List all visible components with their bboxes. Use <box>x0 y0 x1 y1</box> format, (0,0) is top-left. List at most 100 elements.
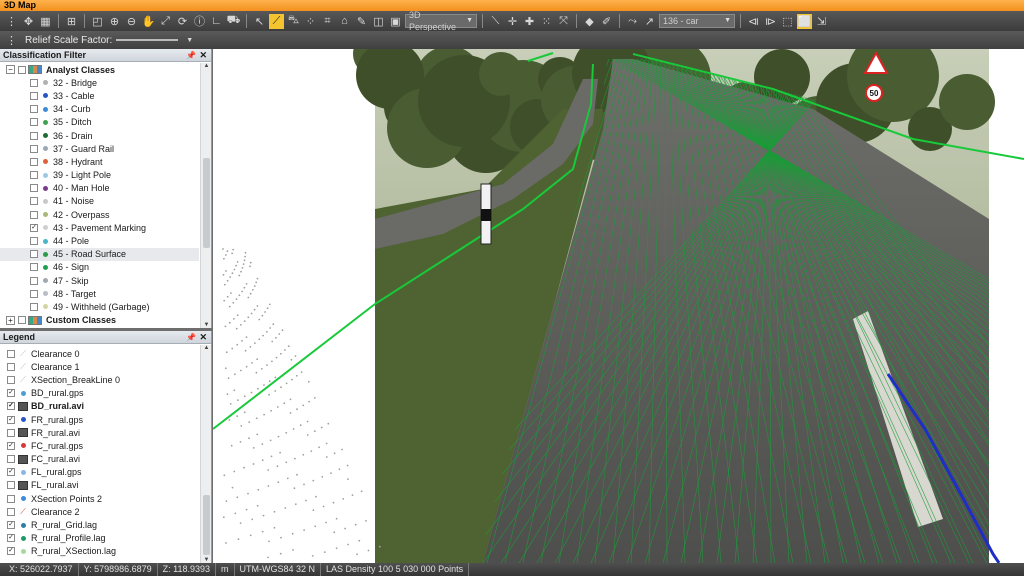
scroll-thumb[interactable] <box>203 495 210 555</box>
legend-item[interactable]: ⟋ Clearance 1 <box>0 360 199 373</box>
close-icon[interactable]: ✕ <box>199 49 207 62</box>
class-item[interactable]: 45 - Road Surface <box>0 247 199 261</box>
add-point-icon[interactable]: ✚ <box>522 14 537 29</box>
legend-checkbox[interactable]: ✓ <box>7 534 15 543</box>
pan-hand-icon[interactable]: ✋ <box>141 14 156 29</box>
ruler-icon[interactable]: ⟍ <box>488 14 503 29</box>
scatter-icon[interactable]: ⁙ <box>539 14 554 29</box>
class-checkbox[interactable]: ✓ <box>30 223 38 232</box>
legend-checkbox[interactable] <box>7 349 15 358</box>
legend-checkbox[interactable]: ✓ <box>7 468 15 477</box>
scroll-up-icon[interactable]: ▲ <box>201 345 211 351</box>
class-checkbox[interactable] <box>30 144 38 153</box>
scroll-thumb[interactable] <box>203 158 210 248</box>
class-checkbox[interactable] <box>30 91 38 100</box>
car-icon[interactable]: ⛟ <box>226 14 241 29</box>
pick-points-icon[interactable]: ⁘ <box>303 14 318 29</box>
window-icon[interactable]: ▣ <box>388 14 403 29</box>
legend-item[interactable]: ✓ BD_rural.gps <box>0 387 199 400</box>
legend-item[interactable]: ✓ R_rural_Profile.lag <box>0 532 199 545</box>
classification-scrollbar[interactable]: ▲ ▼ <box>200 63 211 328</box>
move-icon[interactable]: ✥ <box>21 14 36 29</box>
legend-checkbox[interactable]: ✓ <box>7 415 15 424</box>
drag-handle-icon[interactable]: ⋮ <box>4 33 19 48</box>
class-checkbox[interactable] <box>30 78 38 87</box>
expand-icon[interactable]: + <box>6 315 15 325</box>
trajectory-icon[interactable]: ↗ <box>642 14 657 29</box>
scroll-up-icon[interactable]: ▲ <box>201 63 211 69</box>
legend-item[interactable]: FL_rural.avi <box>0 479 199 492</box>
legend-checkbox[interactable] <box>7 507 15 516</box>
class-item[interactable]: 44 - Pole <box>0 234 199 247</box>
legend-checkbox[interactable] <box>7 362 15 371</box>
point-cloud-scene[interactable]: 50 <box>213 49 1024 563</box>
legend-item[interactable]: ✓ R_rural_Grid.lag <box>0 518 199 531</box>
tag-icon[interactable]: ⌗ <box>320 14 335 29</box>
3d-map-viewport[interactable]: 50 <box>213 49 1024 563</box>
legend-item[interactable]: ⟋ Clearance 0 <box>0 347 199 360</box>
class-checkbox[interactable] <box>30 184 38 193</box>
legend-item[interactable]: ⟋ Clearance 2 <box>0 505 199 518</box>
pin-icon[interactable]: 📌 <box>186 49 196 62</box>
class-item[interactable]: 48 - Target <box>0 287 199 300</box>
measure-angle-icon[interactable]: ∟ <box>209 14 224 29</box>
zoom-extent-icon[interactable]: ⤢ <box>158 14 173 29</box>
class-checkbox[interactable] <box>30 157 38 166</box>
crosshair-icon[interactable]: ✛ <box>505 14 520 29</box>
legend-scrollbar[interactable]: ▲ ▼ <box>200 345 211 563</box>
legend-checkbox[interactable] <box>7 375 15 384</box>
class-item[interactable]: 46 - Sign <box>0 261 199 274</box>
class-checkbox[interactable] <box>30 263 38 272</box>
photo-icon[interactable]: ⬚ <box>780 14 795 29</box>
zoom-out-icon[interactable]: ⊖ <box>124 14 139 29</box>
drag-handle-icon[interactable]: ⋮ <box>4 14 19 29</box>
class-item[interactable]: 36 - Drain <box>0 129 199 142</box>
class-checkbox[interactable] <box>30 105 38 114</box>
frame-forward-icon[interactable]: ⧐ <box>763 14 778 29</box>
class-item[interactable]: 38 - Hydrant <box>0 155 199 168</box>
legend-item[interactable]: ✓ FC_rural.gps <box>0 439 199 452</box>
profile-icon[interactable]: ⌂ <box>337 14 352 29</box>
legend-item[interactable]: ⟋ XSection_BreakLine 0 <box>0 373 199 386</box>
class-item[interactable]: 33 - Cable <box>0 89 199 102</box>
class-checkbox[interactable] <box>30 289 38 298</box>
view-mode-select[interactable]: 3D Perspective ▼ <box>405 11 477 31</box>
brush-icon[interactable]: ✐ <box>599 14 614 29</box>
class-checkbox[interactable] <box>30 237 38 246</box>
legend-checkbox[interactable]: ✓ <box>7 389 15 398</box>
legend-item[interactable]: ✓ R_rural_XSection.lag <box>0 545 199 558</box>
group-checkbox[interactable] <box>18 65 26 74</box>
track-icon[interactable]: ⤳ <box>625 14 640 29</box>
select-window-icon[interactable]: ◰ <box>90 14 105 29</box>
legend-item[interactable]: FR_rural.avi <box>0 426 199 439</box>
expand-icon[interactable]: ⤧ <box>556 14 571 29</box>
class-checkbox[interactable] <box>30 276 38 285</box>
class-checkbox[interactable] <box>30 250 38 259</box>
select-arrow-icon[interactable]: ↖ <box>252 14 267 29</box>
scroll-down-icon[interactable]: ▼ <box>201 322 211 328</box>
close-icon[interactable]: ✕ <box>199 331 207 344</box>
pin-icon[interactable]: 📌 <box>186 331 196 344</box>
collapse-icon[interactable]: − <box>6 65 15 75</box>
class-item[interactable]: 42 - Overpass <box>0 208 199 221</box>
camera-select[interactable]: 136 - car ▼ <box>659 14 735 28</box>
frame-back-icon[interactable]: ⧏ <box>746 14 761 29</box>
legend-checkbox[interactable]: ✓ <box>7 547 15 556</box>
group-analyst-classes[interactable]: − Analyst Classes <box>0 63 199 76</box>
legend-item[interactable]: XSection Points 2 <box>0 492 199 505</box>
info-icon[interactable]: ⓘ <box>192 14 207 29</box>
class-checkbox[interactable] <box>30 302 38 311</box>
class-item[interactable]: 49 - Withheld (Garbage) <box>0 300 199 313</box>
class-item[interactable]: 40 - Man Hole <box>0 182 199 195</box>
class-item[interactable]: 39 - Light Pole <box>0 169 199 182</box>
legend-item[interactable]: ✓ BD_rural.avi <box>0 400 199 413</box>
class-item[interactable]: 47 - Skip <box>0 274 199 287</box>
edit-icon[interactable]: ✎ <box>354 14 369 29</box>
class-item[interactable]: ✓ 43 - Pavement Marking <box>0 221 199 234</box>
draw-line-icon[interactable]: ⟋ <box>269 13 284 29</box>
legend-checkbox[interactable]: ✓ <box>7 521 15 530</box>
legend-checkbox[interactable] <box>7 455 15 464</box>
class-checkbox[interactable] <box>30 171 38 180</box>
layers-icon[interactable]: ▦ <box>38 14 53 29</box>
class-item[interactable]: 41 - Noise <box>0 195 199 208</box>
